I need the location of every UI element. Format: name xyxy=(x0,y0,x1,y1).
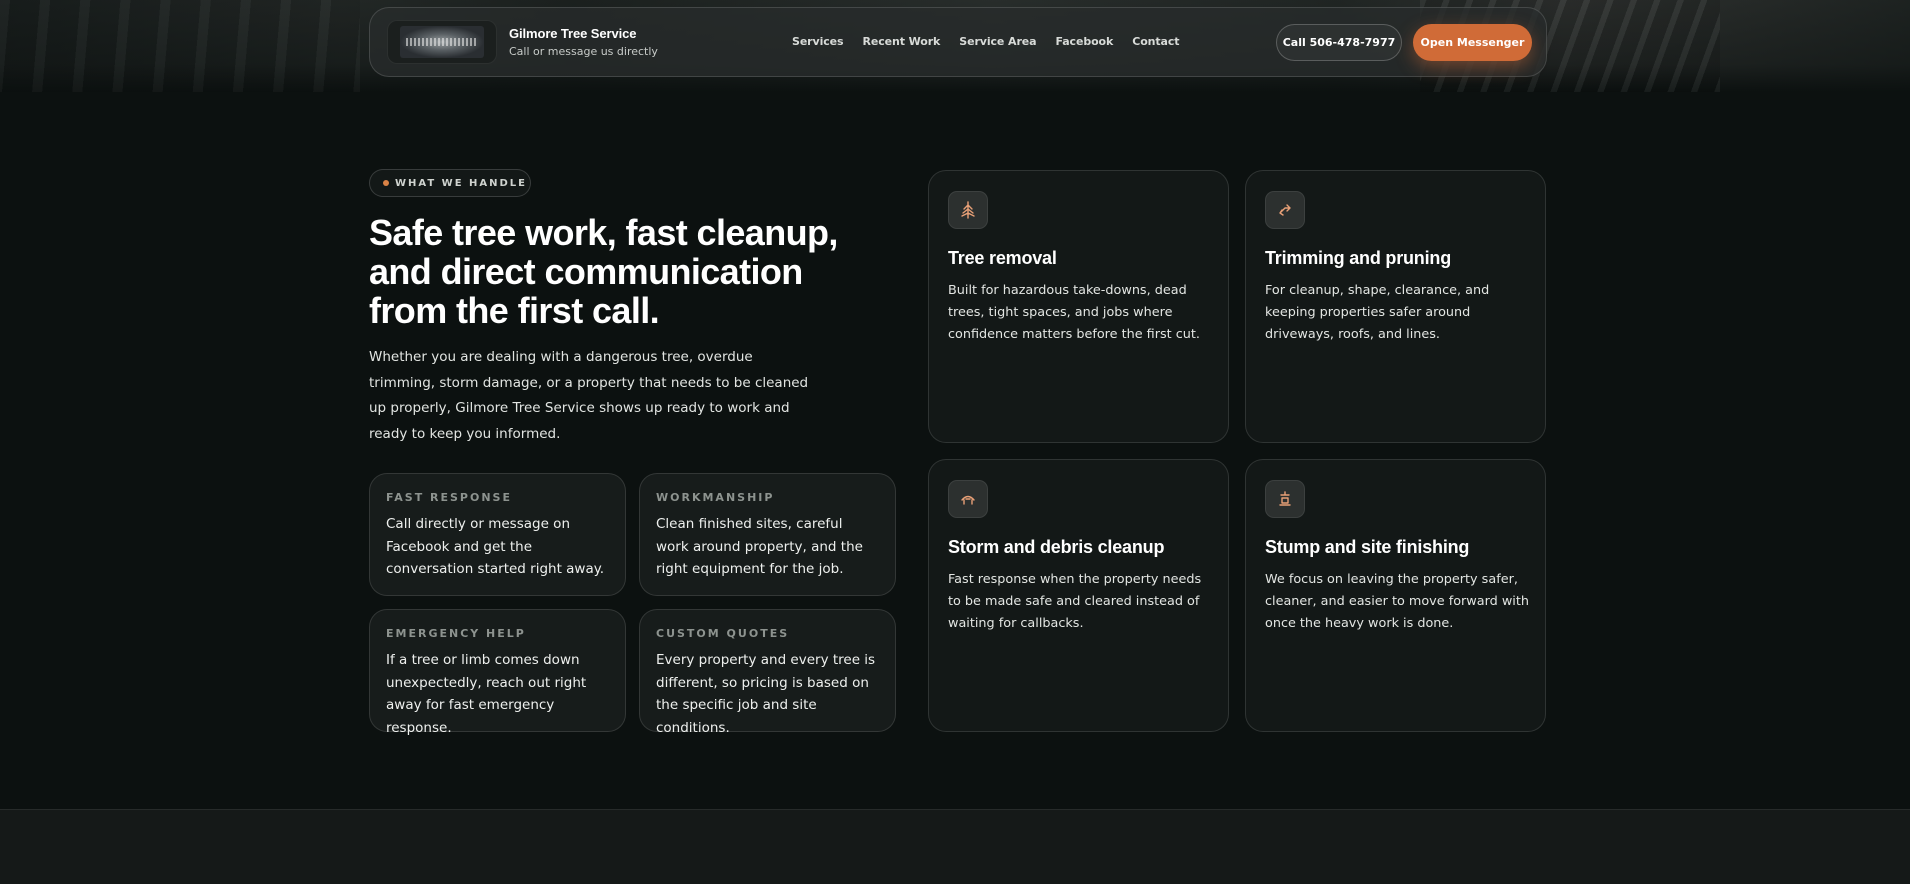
section-lede: Whether you are dealing with a dangerous… xyxy=(369,349,809,442)
nav-link-recent-work[interactable]: Recent Work xyxy=(862,35,940,48)
service-text: We focus on leaving the property safer, … xyxy=(1265,572,1529,631)
nav-link-service-area[interactable]: Service Area xyxy=(959,35,1036,48)
nav-link-services[interactable]: Services xyxy=(792,35,844,48)
service-card-trimming-pruning: Trimming and pruning For cleanup, shape,… xyxy=(1245,170,1546,443)
feature-label: WORKMANSHIP xyxy=(656,491,775,504)
pruning-icon xyxy=(1265,191,1305,229)
stump-icon xyxy=(1265,480,1305,518)
feature-label: EMERGENCY HELP xyxy=(386,627,526,640)
next-section-band xyxy=(0,809,1910,884)
service-text: For cleanup, shape, clearance, and keepi… xyxy=(1265,283,1490,342)
brand[interactable]: Gilmore Tree Service Call or message us … xyxy=(387,20,658,64)
storm-icon xyxy=(948,480,988,518)
feature-text: Call directly or message on Facebook and… xyxy=(386,516,605,577)
brand-subtitle: Call or message us directly xyxy=(509,45,658,58)
tree-icon xyxy=(948,191,988,229)
site-header: Gilmore Tree Service Call or message us … xyxy=(369,7,1547,77)
feature-label: CUSTOM QUOTES xyxy=(656,627,790,640)
feature-card-emergency-help: EMERGENCY HELP If a tree or limb comes d… xyxy=(369,609,626,736)
logo-image xyxy=(400,26,484,58)
open-messenger-button[interactable]: Open Messenger xyxy=(1413,24,1532,61)
feature-card-custom-quotes: CUSTOM QUOTES Every property and every t… xyxy=(639,609,896,736)
service-card-stump-finishing: Stump and site finishing We focus on lea… xyxy=(1245,459,1546,732)
main-nav: Services Recent Work Service Area Facebo… xyxy=(792,35,1180,48)
feature-card-fast-response: FAST RESPONSE Call directly or message o… xyxy=(369,473,626,596)
service-card-storm-cleanup: Storm and debris cleanup Fast response w… xyxy=(928,459,1229,732)
company-logo xyxy=(387,20,497,64)
service-title: Storm and debris cleanup xyxy=(948,537,1165,557)
brand-name: Gilmore Tree Service xyxy=(509,26,637,41)
feature-text: Clean finished sites, careful work aroun… xyxy=(656,516,863,577)
eyebrow-text: WHAT WE HANDLE xyxy=(395,177,527,189)
service-card-tree-removal: Tree removal Built for hazardous take-do… xyxy=(928,170,1229,443)
feature-card-workmanship: WORKMANSHIP Clean finished sites, carefu… xyxy=(639,473,896,596)
brand-text: Gilmore Tree Service Call or message us … xyxy=(509,26,658,58)
feature-text: Every property and every tree is differe… xyxy=(656,652,876,736)
service-text: Fast response when the property needs to… xyxy=(948,572,1202,631)
service-title: Stump and site finishing xyxy=(1265,537,1470,557)
nav-link-contact[interactable]: Contact xyxy=(1132,35,1179,48)
service-title: Tree removal xyxy=(948,248,1057,268)
section-headline: Safe tree work, fast cleanup, and direct… xyxy=(369,212,838,331)
feature-label: FAST RESPONSE xyxy=(386,491,512,504)
feature-text: If a tree or limb comes down unexpectedl… xyxy=(386,652,587,736)
service-title: Trimming and pruning xyxy=(1265,248,1451,268)
eyebrow-dot-icon xyxy=(383,180,389,186)
nav-link-facebook[interactable]: Facebook xyxy=(1055,35,1113,48)
section-eyebrow: WHAT WE HANDLE xyxy=(369,169,531,197)
call-button[interactable]: Call 506-478-7977 xyxy=(1276,24,1402,61)
service-text: Built for hazardous take-downs, dead tre… xyxy=(948,283,1200,342)
